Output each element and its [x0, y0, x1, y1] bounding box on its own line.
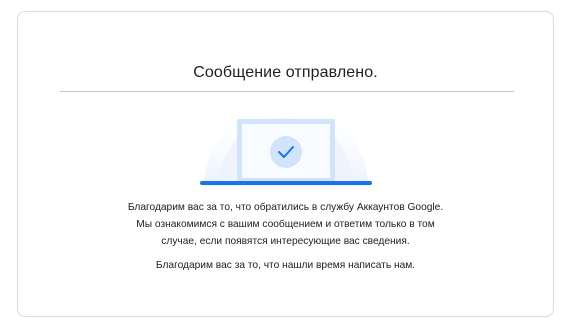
message-line-2: Мы ознакомимся с вашим сообщением и отве… [136, 219, 435, 230]
message-line-1: Благодарим вас за то, что обратились в с… [127, 202, 444, 213]
title-divider [60, 91, 514, 92]
laptop-base [200, 181, 372, 185]
thanks-message: Благодарим вас за то, что нашли время на… [155, 260, 416, 271]
confirmation-message: Благодарим вас за то, что обратились в с… [18, 199, 553, 274]
laptop-illustration [200, 104, 372, 186]
confirmation-card: Сообщение отправлено. Благодарим вас за … [17, 11, 554, 317]
laptop-checkmark-icon [200, 104, 372, 186]
check-circle [270, 136, 302, 168]
page: Сообщение отправлено. Благодарим вас за … [0, 0, 575, 328]
page-title: Сообщение отправлено. [193, 64, 378, 81]
message-line-3: случае, если появятся интересующие вас с… [161, 236, 410, 247]
